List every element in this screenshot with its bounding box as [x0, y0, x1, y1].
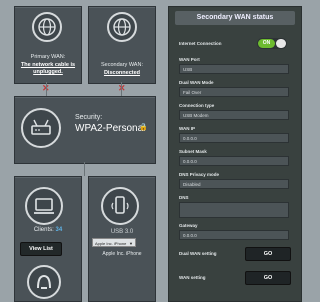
wan-port-label: WAN Port [179, 57, 200, 62]
connection-type-label: Connection type [179, 103, 215, 108]
secondary-wan-status-link[interactable]: Disconnected [89, 70, 155, 76]
internet-connection-toggle[interactable]: ON [257, 38, 287, 49]
dual-wan-setting-go-button[interactable]: GO [245, 247, 291, 261]
connector-line [121, 82, 122, 96]
connector-line [84, 162, 85, 176]
primary-wan-tile[interactable]: Primary WAN: The network cable is unplug… [14, 6, 82, 84]
router-security-tile[interactable]: Security: WPA2-Personal 🔒 [14, 96, 156, 164]
subnet-mask-field: 0.0.0.0 [179, 156, 289, 166]
primary-wan-label: Primary WAN: [30, 54, 66, 60]
clients-label-text: Clients: [33, 227, 54, 233]
secondary-wan-label: Secondary WAN: [101, 62, 143, 68]
usb-device-select[interactable]: Apple Inc. iPhone ▼ [92, 238, 136, 247]
wan-ip-label: WAN IP [179, 126, 196, 131]
gateway-label: Gateway [179, 223, 198, 228]
dns-privacy-field: Disabled [179, 179, 289, 189]
wan-setting-label: WAN setting [179, 275, 206, 280]
clients-tile[interactable]: Clients: 34 [14, 176, 82, 302]
dns-label: DNS [179, 195, 189, 200]
security-value: WPA2-Personal [75, 123, 146, 134]
secondary-wan-tile[interactable]: Secondary WAN: Disconnected [88, 6, 156, 84]
globe-icon [107, 12, 137, 42]
secondary-wan-status-panel: Secondary WAN status Internet Connection… [168, 6, 302, 302]
dual-wan-mode-label: Dual WAN Mode [179, 80, 214, 85]
dns-privacy-label: DNS Privacy mode [179, 172, 220, 177]
router-icon [21, 108, 61, 148]
primary-wan-status-link[interactable]: The network cable is unplugged. [17, 62, 79, 76]
usb-device-name: Apple Inc. iPhone [102, 251, 142, 257]
subnet-mask-label: Subnet Mask [179, 149, 207, 154]
toggle-on-label: ON [258, 39, 275, 48]
connector-line [46, 82, 47, 96]
chevron-down-icon: ▼ [129, 241, 133, 246]
router-device-icon [27, 265, 61, 299]
lock-icon: 🔒 [139, 124, 148, 131]
security-label: Security: [75, 114, 103, 121]
usb-label: USB 3.0 [110, 229, 134, 235]
wan-port-field: USB [179, 64, 289, 74]
dual-wan-mode-field: Fail Over [179, 87, 289, 97]
view-list-button[interactable]: View List [20, 242, 62, 256]
gateway-field: 0.0.0.0 [179, 230, 289, 240]
globe-icon [32, 12, 62, 42]
connection-type-field: USB Modem [179, 110, 289, 120]
clients-count[interactable]: 34 [56, 227, 63, 233]
toggle-knob [276, 39, 286, 48]
wan-ip-field: 0.0.0.0 [179, 133, 289, 143]
clients-label: Clients: 34 [15, 227, 81, 233]
panel-title: Secondary WAN status [175, 11, 295, 25]
dual-wan-setting-label: Dual WAN setting [179, 251, 217, 256]
wan-setting-go-button[interactable]: GO [245, 271, 291, 285]
usb-device-icon [101, 187, 139, 225]
computer-icon [25, 187, 63, 225]
usb-device-select-value: Apple Inc. iPhone [95, 241, 127, 246]
dns-field [179, 202, 289, 218]
internet-connection-label: Internet Connection [179, 41, 222, 46]
